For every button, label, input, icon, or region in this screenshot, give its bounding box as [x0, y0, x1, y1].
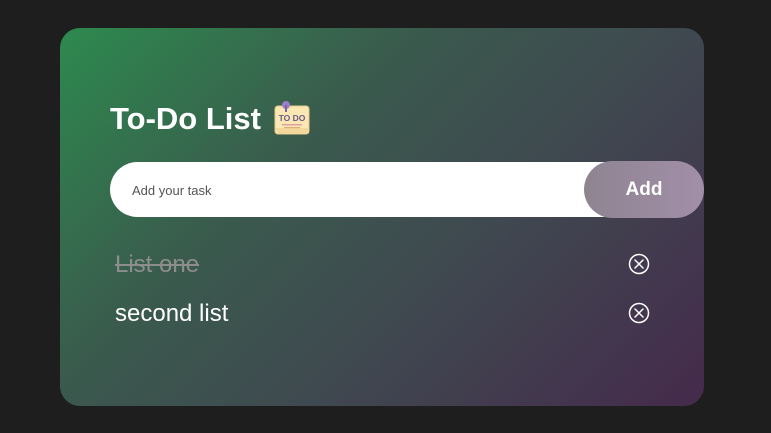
close-circle-icon[interactable]	[628, 253, 650, 275]
svg-text:TO DO: TO DO	[279, 113, 306, 123]
list-item[interactable]: List one	[115, 240, 650, 289]
task-label[interactable]: List one	[115, 251, 199, 279]
add-button[interactable]: Add	[584, 161, 704, 218]
task-label[interactable]: second list	[115, 300, 228, 328]
close-circle-icon[interactable]	[628, 302, 650, 324]
todo-note-icon: TO DO	[271, 100, 313, 138]
page-title: To-Do List	[110, 101, 261, 136]
list-item[interactable]: second list	[115, 289, 650, 338]
todo-card: To-Do List TO DO Add List one	[60, 28, 704, 406]
task-input-row: Add	[110, 161, 704, 219]
task-input[interactable]	[130, 162, 524, 219]
header: To-Do List TO DO	[110, 100, 313, 138]
task-list: List one second list	[115, 240, 650, 338]
